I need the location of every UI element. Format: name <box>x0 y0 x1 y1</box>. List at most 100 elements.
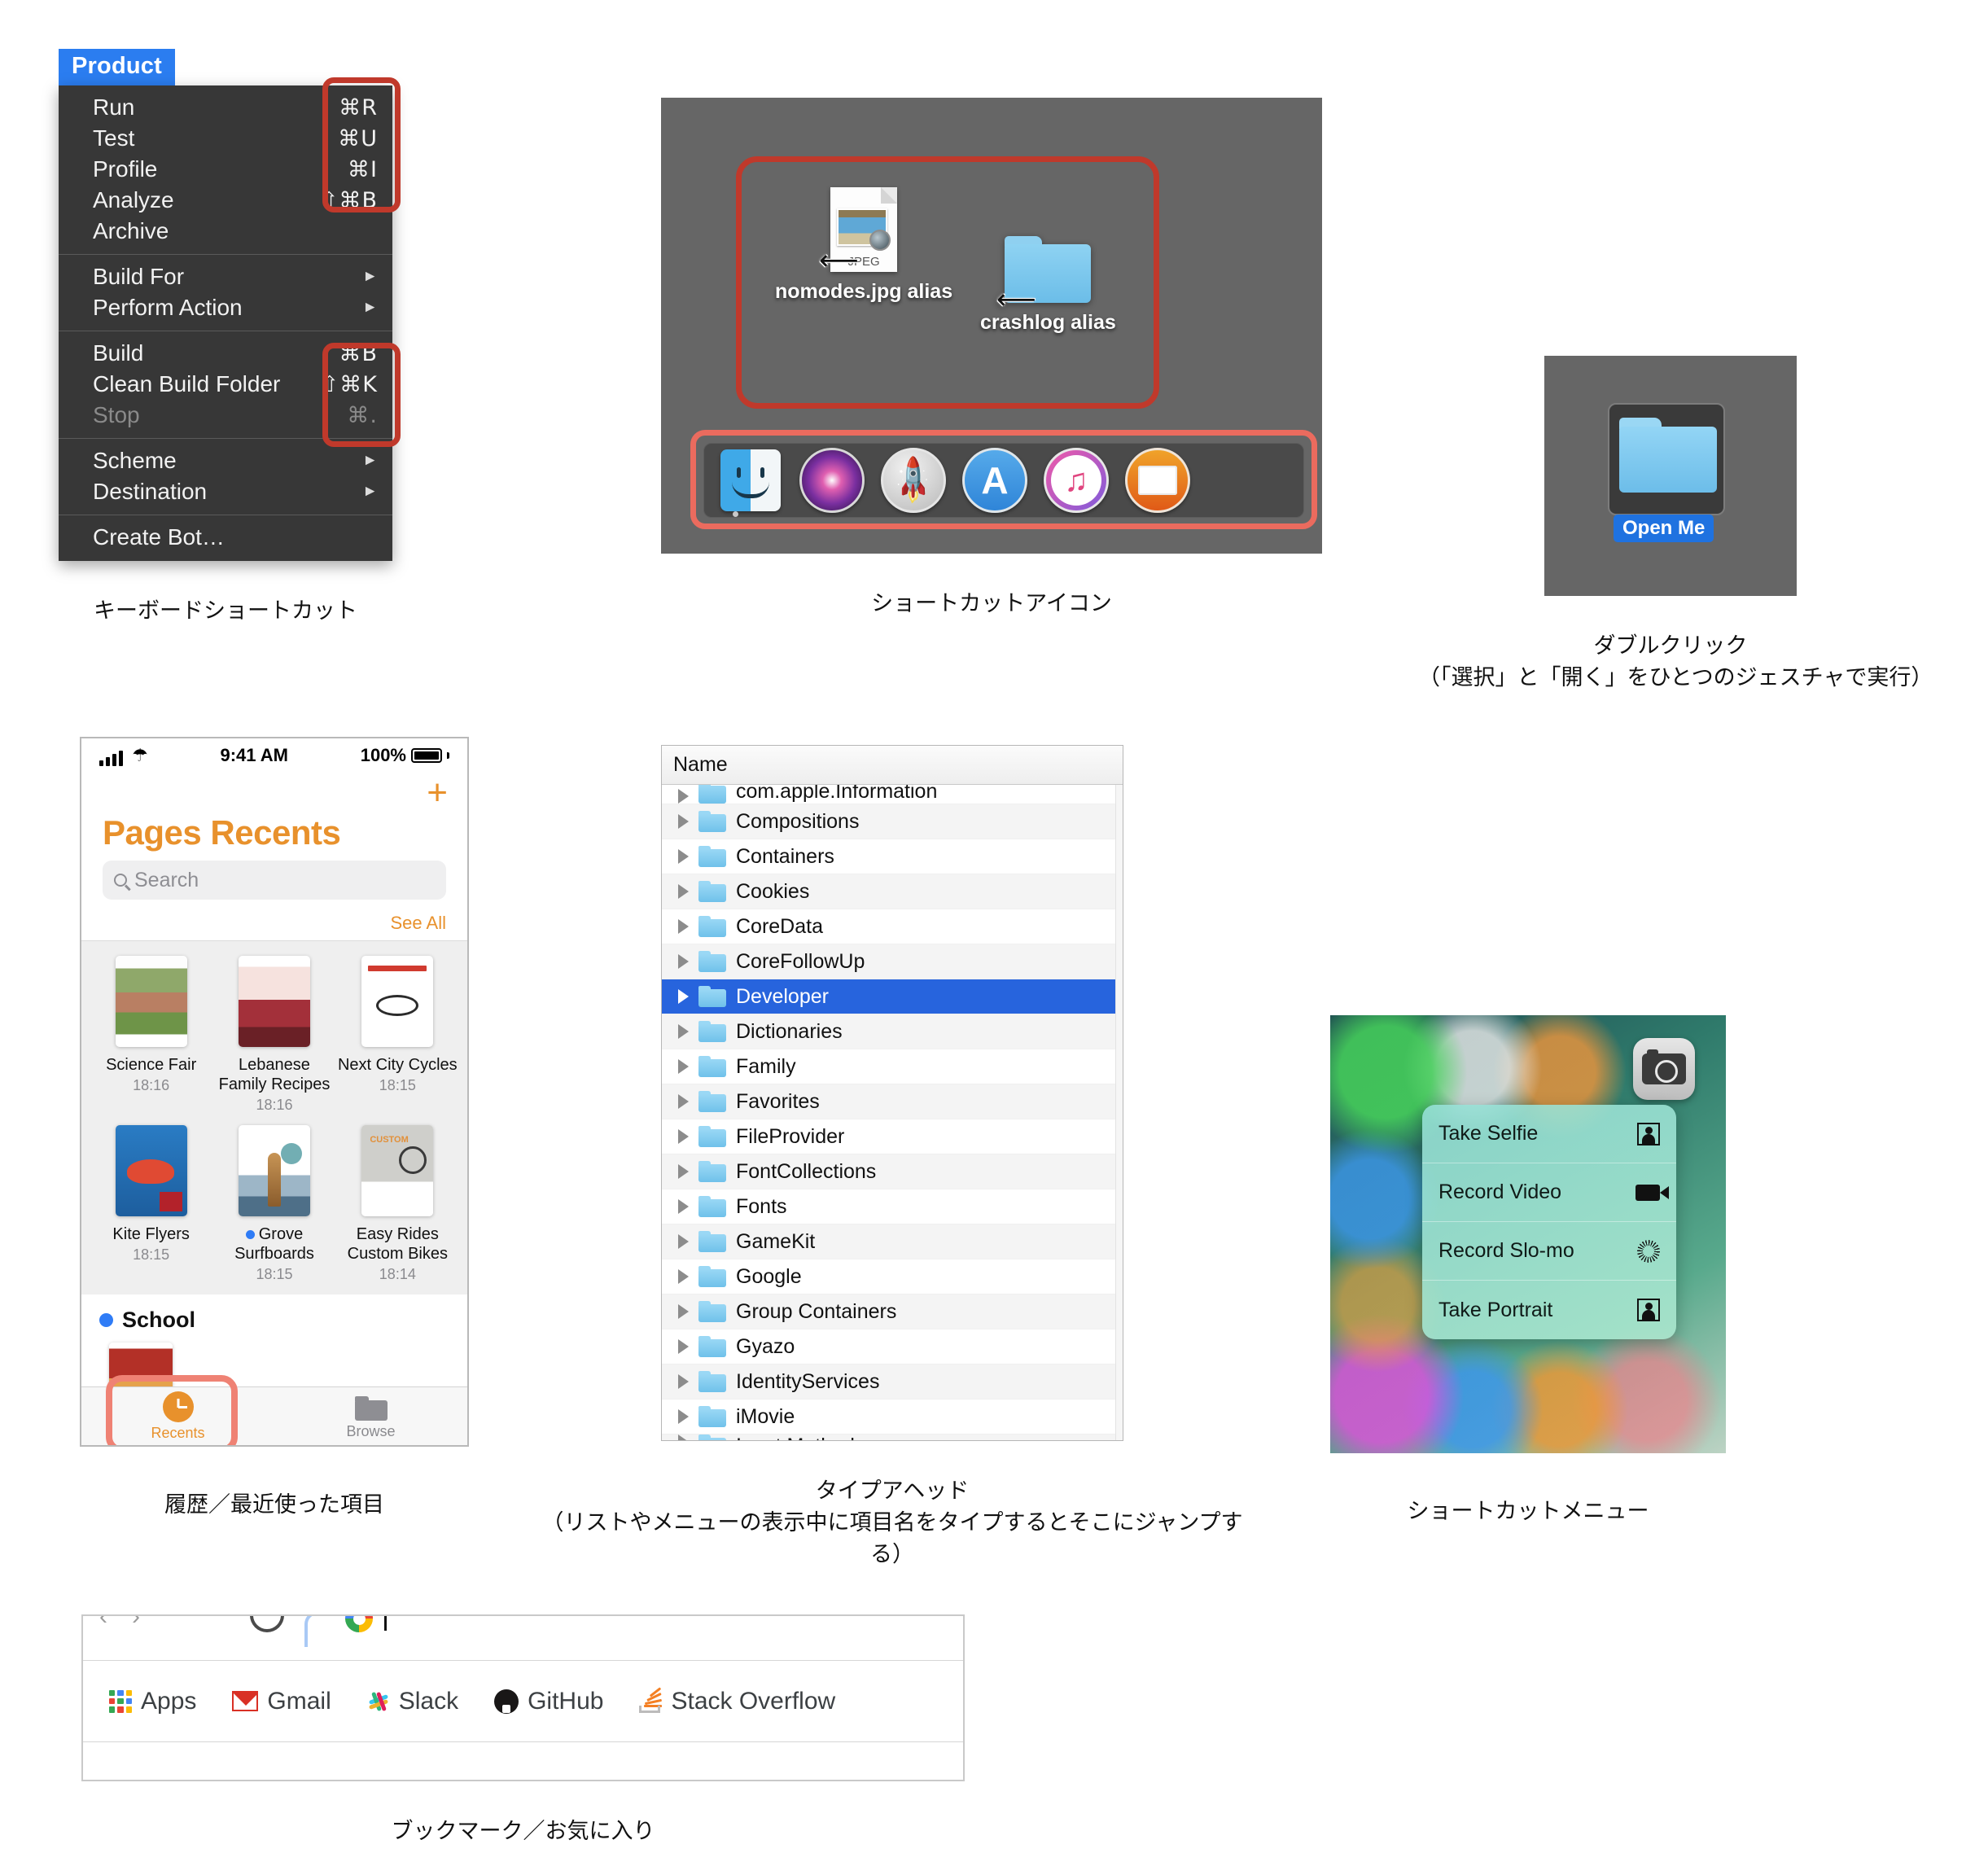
disclosure-triangle-icon[interactable] <box>678 989 689 1004</box>
menu-item-test[interactable]: Test ⌘U <box>59 123 392 154</box>
list-row-label: Favorites <box>736 1089 820 1113</box>
folder-icon <box>698 1371 726 1392</box>
menu-item-run[interactable]: Run ⌘R <box>59 92 392 123</box>
table-row[interactable]: Group Containers <box>662 1294 1123 1329</box>
disclosure-triangle-icon[interactable] <box>678 1374 689 1389</box>
bookmark-label: GitHub <box>528 1687 604 1715</box>
bookmark-stack-overflow[interactable]: Stack Overflow <box>639 1686 835 1715</box>
document-card[interactable]: Science Fair 18:16 <box>90 956 212 1114</box>
disclosure-triangle-icon[interactable] <box>678 919 689 934</box>
menu-item-take-portrait[interactable]: Take Portrait <box>1422 1281 1676 1339</box>
table-row[interactable]: CoreFollowUp <box>662 944 1123 979</box>
tab-browse[interactable]: Browse <box>274 1393 467 1440</box>
menu-item-record-slo-mo[interactable]: Record Slo-mo <box>1422 1222 1676 1281</box>
table-row[interactable]: Google <box>662 1259 1123 1294</box>
disclosure-triangle-icon[interactable] <box>678 1129 689 1144</box>
desktop-item-folder-alias[interactable]: ⟶ crashlog alias <box>980 236 1116 335</box>
scrollbar[interactable] <box>1115 785 1123 1440</box>
add-document-button[interactable]: + <box>427 775 448 811</box>
table-row[interactable]: CoreData <box>662 909 1123 944</box>
menu-item-build[interactable]: Build ⌘B <box>59 338 392 369</box>
menu-item-take-selfie[interactable]: Take Selfie <box>1422 1105 1676 1163</box>
bookmark-slack[interactable]: Slack <box>367 1688 458 1715</box>
menu-item-scheme[interactable]: Scheme ► <box>59 445 392 476</box>
list-row-label: CoreData <box>736 914 823 938</box>
bookmark-label: Gmail <box>267 1687 331 1715</box>
alias-arrow-icon: ⟶ <box>819 245 859 276</box>
disclosure-triangle-icon[interactable] <box>678 1199 689 1214</box>
list-row-label: com.apple.Information <box>736 785 938 803</box>
column-header-name[interactable]: Name <box>662 746 1123 785</box>
reload-icon[interactable] <box>250 1616 284 1632</box>
document-time: 18:16 <box>133 1077 170 1093</box>
group-color-dot-icon <box>99 1313 113 1327</box>
table-row[interactable]: Dictionaries <box>662 1014 1123 1049</box>
table-row[interactable]: IdentityServices <box>662 1364 1123 1400</box>
disclosure-triangle-icon[interactable] <box>678 849 689 864</box>
disclosure-triangle-icon[interactable] <box>678 1339 689 1354</box>
list-row-label: FontCollections <box>736 1159 877 1183</box>
menu-item-analyze[interactable]: Analyze ⇧⌘B <box>59 185 392 216</box>
table-row[interactable]: iMovie <box>662 1400 1123 1435</box>
menu-item-record-video[interactable]: Record Video <box>1422 1163 1676 1222</box>
menu-item-build-for[interactable]: Build For ► <box>59 261 392 292</box>
menu-item-archive[interactable]: Archive <box>59 216 392 247</box>
see-all-link[interactable]: See All <box>81 913 467 940</box>
document-card[interactable]: CUSTOM Easy Rides Custom Bikes 18:14 <box>336 1125 459 1283</box>
disclosure-triangle-icon[interactable] <box>678 1059 689 1074</box>
portrait-icon <box>1637 1122 1660 1145</box>
list-row-label: Input Methods <box>736 1435 865 1440</box>
list-row-clipped-bottom[interactable]: Input Methods <box>662 1435 1123 1440</box>
bookmark-apps[interactable]: Apps <box>109 1688 196 1715</box>
folder-icon: ⟶ <box>996 236 1092 315</box>
bookmark-gmail[interactable]: Gmail <box>232 1688 331 1715</box>
document-card[interactable]: Lebanese Family Recipes 18:16 <box>212 956 335 1114</box>
bookmark-github[interactable]: GitHub <box>494 1688 603 1715</box>
document-card[interactable]: Kite Flyers 18:15 <box>90 1125 212 1283</box>
document-card[interactable]: Next City Cycles 18:15 <box>336 956 459 1114</box>
table-row[interactable]: Compositions <box>662 804 1123 839</box>
chevron-right-icon: ► <box>362 268 378 285</box>
folder-icon <box>698 811 726 832</box>
disclosure-triangle-icon[interactable] <box>678 1164 689 1179</box>
menu-item-create-bot[interactable]: Create Bot… <box>59 522 392 553</box>
menu-item-perform-action[interactable]: Perform Action ► <box>59 292 392 323</box>
table-row[interactable]: FontCollections <box>662 1154 1123 1189</box>
table-row[interactable]: Fonts <box>662 1189 1123 1224</box>
disclosure-triangle-icon[interactable] <box>678 1304 689 1319</box>
table-row[interactable]: GameKit <box>662 1224 1123 1259</box>
nav-arrows-icon[interactable]: ‹› <box>99 1616 164 1631</box>
table-row-selected[interactable]: Developer <box>662 979 1123 1014</box>
disclosure-triangle-icon[interactable] <box>678 954 689 969</box>
table-row[interactable]: Family <box>662 1049 1123 1084</box>
gmail-icon <box>232 1691 259 1711</box>
disclosure-triangle-icon[interactable] <box>678 1409 689 1424</box>
table-row[interactable]: Favorites <box>662 1084 1123 1119</box>
table-row[interactable]: FileProvider <box>662 1119 1123 1154</box>
disclosure-triangle-icon[interactable] <box>678 1269 689 1284</box>
disclosure-triangle-icon[interactable] <box>678 1024 689 1039</box>
disclosure-triangle-icon[interactable] <box>678 1094 689 1109</box>
unread-dot-icon <box>245 1230 255 1240</box>
selected-folder-item[interactable] <box>1608 403 1725 515</box>
disclosure-triangle-icon[interactable] <box>678 1435 689 1440</box>
document-thumbnail <box>115 1125 187 1216</box>
disclosure-triangle-icon[interactable] <box>678 789 689 804</box>
menu-item-clean-build-folder[interactable]: Clean Build Folder ⇧⌘K <box>59 369 392 400</box>
search-field[interactable]: Search <box>103 861 446 900</box>
active-tab[interactable] <box>304 1616 948 1647</box>
disclosure-triangle-icon[interactable] <box>678 884 689 899</box>
table-row[interactable]: Gyazo <box>662 1329 1123 1364</box>
list-row-clipped-top[interactable]: com.apple.Information <box>662 785 1123 804</box>
camera-app-icon[interactable] <box>1633 1038 1695 1100</box>
disclosure-triangle-icon[interactable] <box>678 1234 689 1249</box>
document-card[interactable]: Grove Surfboards 18:15 <box>212 1125 335 1283</box>
table-row[interactable]: Containers <box>662 839 1123 874</box>
table-row[interactable]: Cookies <box>662 874 1123 909</box>
desktop-item-jpeg-alias[interactable]: JPEG ⟶ nomodes.jpg alias <box>775 187 952 304</box>
disclosure-triangle-icon[interactable] <box>678 814 689 829</box>
menu-item-label: Archive <box>93 218 169 243</box>
menu-item-destination[interactable]: Destination ► <box>59 476 392 507</box>
menu-item-profile[interactable]: Profile ⌘I <box>59 154 392 185</box>
menu-title-product[interactable]: Product <box>59 49 175 85</box>
